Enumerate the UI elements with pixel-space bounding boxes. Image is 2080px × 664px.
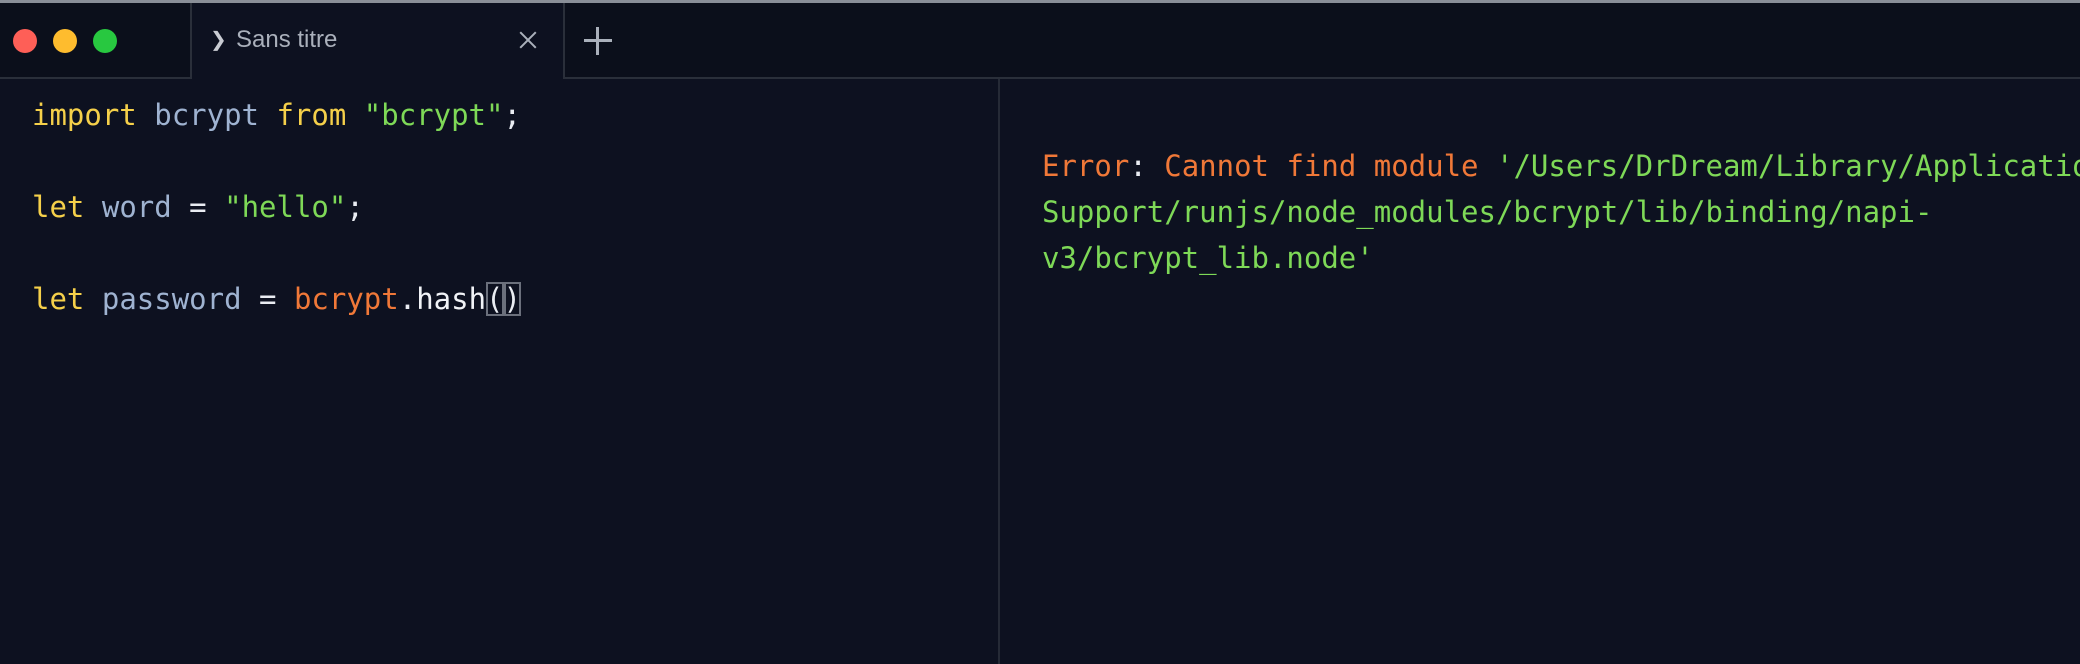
punctuation-token: ;	[503, 98, 521, 132]
window-controls	[0, 3, 192, 77]
error-line-2: Support/runjs/node_modules/bcrypt/lib/bi…	[1042, 189, 1932, 235]
error-message: Cannot find module	[1164, 149, 1479, 183]
error-path-part-3: v3/bcrypt_lib.node'	[1042, 241, 1374, 275]
tab-sans-titre[interactable]: ❯ Sans titre	[192, 3, 565, 79]
punctuation-token: ;	[346, 190, 364, 224]
chevron-right-icon: ❯	[210, 27, 227, 51]
string-token: "bcrypt"	[363, 98, 504, 132]
code-editor[interactable]: import bcrypt from "bcrypt"; let word = …	[0, 79, 998, 664]
identifier-token: word	[101, 190, 172, 224]
code-line-1: import bcrypt from "bcrypt";	[32, 95, 521, 135]
punctuation-token: .	[398, 282, 417, 316]
keyword-token: from	[276, 98, 347, 132]
maximize-window-button[interactable]	[93, 29, 117, 53]
close-icon[interactable]	[517, 29, 539, 51]
object-token: bcrypt	[293, 282, 399, 316]
tab-bar: ❯ Sans titre	[0, 3, 2080, 79]
error-path-part-1: '/Users/DrDream/Library/Application	[1496, 149, 2080, 183]
function-token: hash	[416, 282, 487, 316]
close-window-button[interactable]	[13, 29, 37, 53]
output-pane: Error: Cannot find module '/Users/DrDrea…	[1000, 79, 2080, 664]
tab-title: Sans titre	[236, 26, 338, 53]
error-colon: :	[1129, 149, 1147, 183]
code-line-2: let word = "hello";	[32, 187, 364, 227]
identifier-token: bcrypt	[154, 98, 259, 132]
error-line-1: Error: Cannot find module '/Users/DrDrea…	[1042, 143, 2080, 189]
error-line-3: v3/bcrypt_lib.node'	[1042, 235, 1374, 281]
bracket-match-open: (	[486, 282, 504, 316]
bracket-match-close: )	[503, 282, 521, 316]
identifier-token: password	[101, 282, 242, 316]
keyword-token: let	[32, 190, 85, 224]
operator-token: =	[259, 282, 277, 316]
keyword-token: import	[32, 98, 137, 132]
error-label: Error	[1042, 149, 1130, 183]
app-window: ❯ Sans titre import bcrypt from "bcrypt"…	[0, 0, 2080, 664]
error-path-part-2: Support/runjs/node_modules/bcrypt/lib/bi…	[1042, 195, 1933, 229]
string-token: "hello"	[224, 190, 347, 224]
operator-token: =	[189, 190, 207, 224]
minimize-window-button[interactable]	[53, 29, 77, 53]
keyword-token: let	[32, 282, 85, 316]
code-line-3: let password = bcrypt.hash()	[32, 279, 521, 319]
plus-icon[interactable]	[584, 27, 612, 55]
